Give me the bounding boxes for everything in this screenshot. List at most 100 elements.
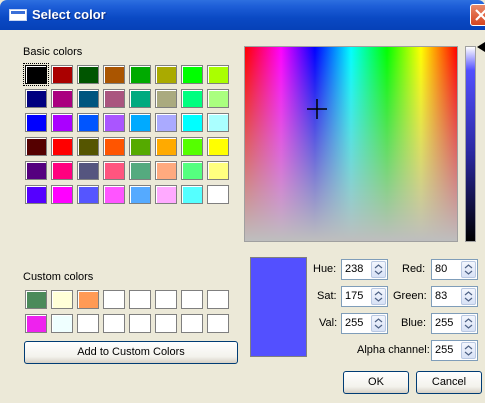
red-label: Red: <box>402 263 426 275</box>
current-color-preview <box>250 257 307 357</box>
basic-color-swatch[interactable] <box>51 113 73 132</box>
basic-color-swatch[interactable] <box>155 161 177 180</box>
sat-value: 175 <box>345 290 364 302</box>
title-bar[interactable]: Select color <box>0 0 485 30</box>
basic-color-swatch[interactable] <box>207 65 229 84</box>
custom-color-swatch[interactable] <box>129 290 151 309</box>
red-spinbox[interactable]: 80 <box>431 259 478 280</box>
sat-spinbox[interactable]: 175 <box>341 286 388 307</box>
basic-color-swatch[interactable] <box>25 113 47 132</box>
custom-color-swatch[interactable] <box>25 290 47 309</box>
basic-color-swatch[interactable] <box>181 161 203 180</box>
basic-color-swatch[interactable] <box>77 113 99 132</box>
custom-color-swatch[interactable] <box>155 314 177 333</box>
custom-color-swatch[interactable] <box>103 314 125 333</box>
custom-color-swatch[interactable] <box>51 290 73 309</box>
basic-color-swatch[interactable] <box>181 113 203 132</box>
basic-color-swatch[interactable] <box>103 65 125 84</box>
basic-color-swatch[interactable] <box>77 185 99 204</box>
val-label: Val: <box>319 317 338 329</box>
basic-color-swatch[interactable] <box>51 137 73 156</box>
custom-color-swatch[interactable] <box>129 314 151 333</box>
custom-color-swatch[interactable] <box>181 314 203 333</box>
spin-arrows-icon[interactable] <box>461 315 476 332</box>
spin-arrows-icon[interactable] <box>461 288 476 305</box>
basic-color-swatch[interactable] <box>77 65 99 84</box>
basic-color-swatch[interactable] <box>51 185 73 204</box>
custom-color-swatch[interactable] <box>77 314 99 333</box>
alpha-value: 255 <box>435 344 454 356</box>
close-icon <box>475 9 485 21</box>
hue-label: Hue: <box>313 263 337 275</box>
basic-color-swatch[interactable] <box>25 161 47 180</box>
custom-color-swatch[interactable] <box>77 290 99 309</box>
basic-color-swatch[interactable] <box>25 89 47 108</box>
hue-spinbox[interactable]: 238 <box>341 259 388 280</box>
basic-color-swatch[interactable] <box>155 65 177 84</box>
window-title: Select color <box>32 7 106 22</box>
basic-color-swatch[interactable] <box>155 89 177 108</box>
triangle-pointer-icon[interactable] <box>477 42 485 52</box>
close-button[interactable] <box>470 4 485 26</box>
add-to-custom-colors-button[interactable]: Add to Custom Colors <box>24 341 238 364</box>
alpha-spinbox[interactable]: 255 <box>431 340 478 361</box>
spin-arrows-icon[interactable] <box>371 261 386 278</box>
basic-color-swatch[interactable] <box>51 161 73 180</box>
basic-color-swatch[interactable] <box>103 89 125 108</box>
basic-color-swatch[interactable] <box>181 65 203 84</box>
basic-color-swatch[interactable] <box>155 185 177 204</box>
spin-arrows-icon[interactable] <box>371 315 386 332</box>
basic-color-swatch[interactable] <box>155 137 177 156</box>
basic-color-swatch[interactable] <box>77 89 99 108</box>
basic-color-swatch[interactable] <box>207 137 229 156</box>
cancel-button[interactable]: Cancel <box>416 371 482 394</box>
spin-arrows-icon[interactable] <box>371 288 386 305</box>
custom-colors-label: Custom colors <box>23 271 94 283</box>
basic-color-swatch[interactable] <box>181 137 203 156</box>
green-value: 83 <box>435 290 448 302</box>
basic-color-swatch[interactable] <box>23 63 49 86</box>
basic-color-swatch[interactable] <box>129 185 151 204</box>
basic-color-swatch[interactable] <box>77 161 99 180</box>
basic-color-swatch[interactable] <box>207 113 229 132</box>
basic-color-swatch[interactable] <box>51 89 73 108</box>
basic-color-swatch[interactable] <box>207 185 229 204</box>
spin-arrows-icon[interactable] <box>461 342 476 359</box>
ok-button[interactable]: OK <box>343 371 409 394</box>
blue-label: Blue: <box>401 317 427 329</box>
basic-color-swatch[interactable] <box>129 113 151 132</box>
alpha-label: Alpha channel: <box>357 344 430 356</box>
custom-color-swatch[interactable] <box>207 314 229 333</box>
val-value: 255 <box>345 317 364 329</box>
blue-value: 255 <box>435 317 454 329</box>
basic-color-swatch[interactable] <box>129 137 151 156</box>
basic-color-swatch[interactable] <box>181 89 203 108</box>
basic-color-swatch[interactable] <box>77 137 99 156</box>
basic-color-swatch[interactable] <box>25 137 47 156</box>
basic-color-swatch[interactable] <box>51 65 73 84</box>
basic-color-swatch[interactable] <box>129 89 151 108</box>
green-spinbox[interactable]: 83 <box>431 286 478 307</box>
luminance-slider[interactable] <box>465 46 476 242</box>
custom-color-swatch[interactable] <box>155 290 177 309</box>
basic-color-swatch[interactable] <box>155 113 177 132</box>
basic-color-swatch[interactable] <box>207 161 229 180</box>
basic-color-swatch[interactable] <box>103 137 125 156</box>
basic-color-swatch[interactable] <box>25 185 47 204</box>
basic-color-swatch[interactable] <box>103 161 125 180</box>
basic-color-swatch[interactable] <box>129 65 151 84</box>
blue-spinbox[interactable]: 255 <box>431 313 478 334</box>
basic-color-swatch[interactable] <box>103 113 125 132</box>
basic-color-swatch[interactable] <box>207 89 229 108</box>
custom-color-swatch[interactable] <box>25 314 47 333</box>
basic-color-swatch[interactable] <box>103 185 125 204</box>
custom-color-swatch[interactable] <box>181 290 203 309</box>
custom-color-swatch[interactable] <box>207 290 229 309</box>
custom-color-swatch[interactable] <box>103 290 125 309</box>
spin-arrows-icon[interactable] <box>461 261 476 278</box>
val-spinbox[interactable]: 255 <box>341 313 388 334</box>
color-spectrum[interactable] <box>244 46 458 242</box>
basic-color-swatch[interactable] <box>181 185 203 204</box>
basic-color-swatch[interactable] <box>129 161 151 180</box>
custom-color-swatch[interactable] <box>51 314 73 333</box>
